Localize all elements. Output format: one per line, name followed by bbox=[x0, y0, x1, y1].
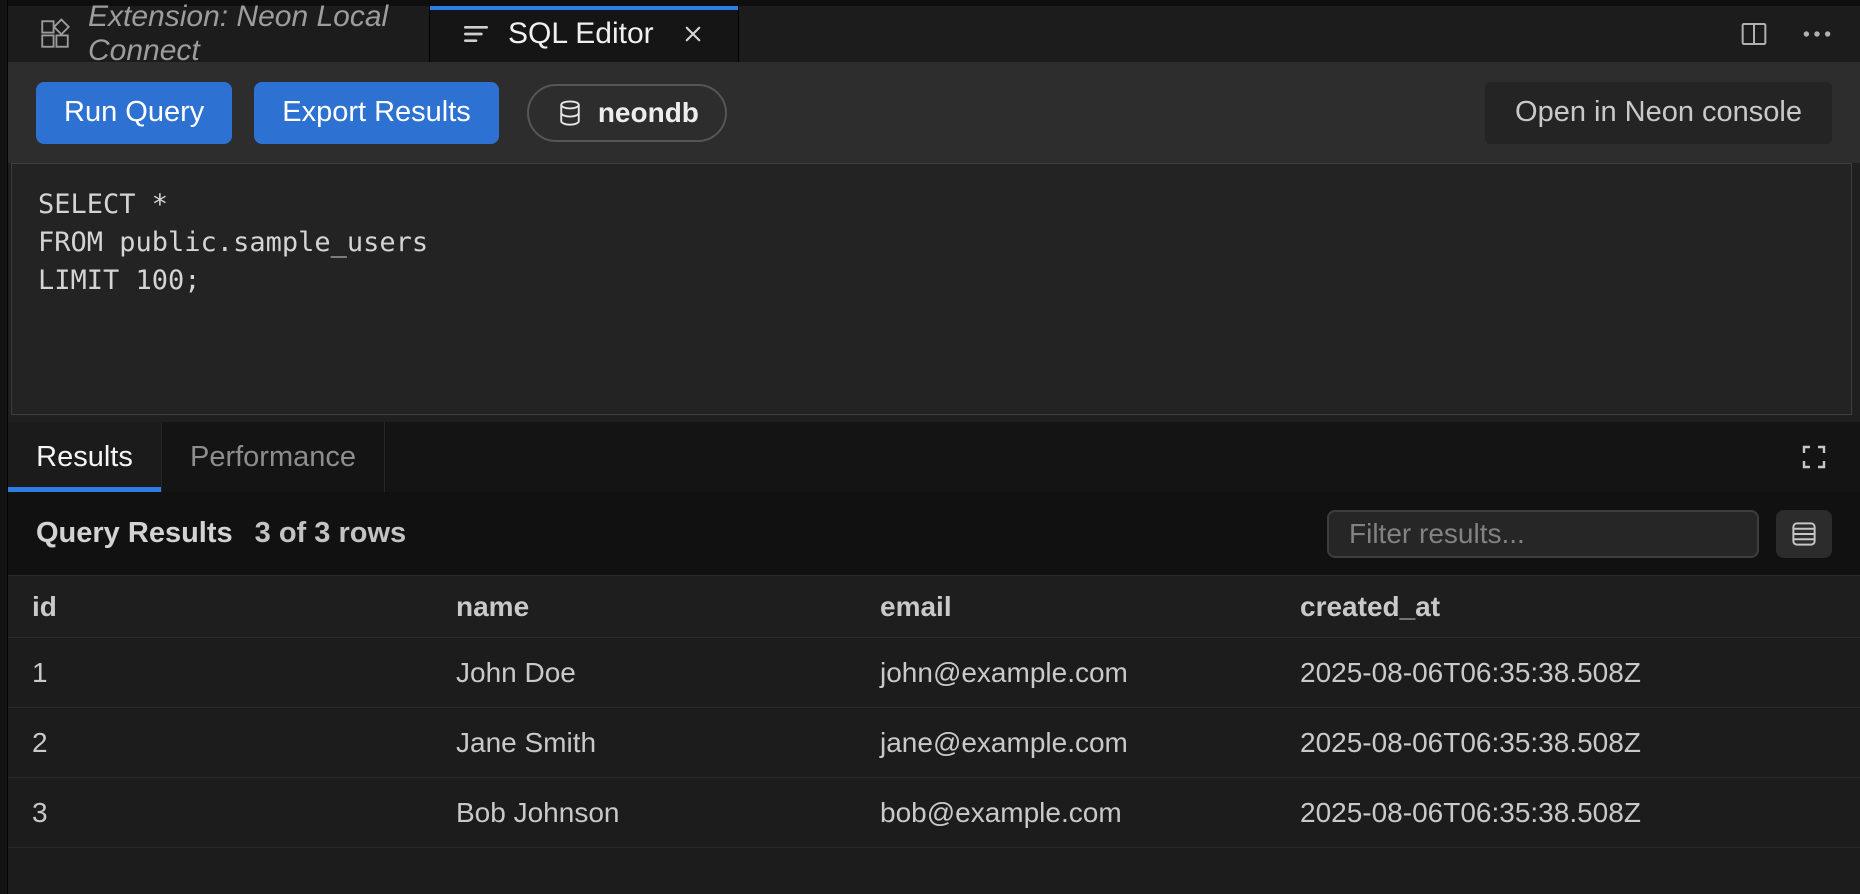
results-tab-bar: Results Performance bbox=[8, 422, 1860, 492]
cell-name: Bob Johnson bbox=[432, 797, 856, 829]
cell-created-at: 2025-08-06T06:35:38.508Z bbox=[1276, 727, 1860, 759]
sql-editor-window: Extension: Neon Local Connect SQL Editor bbox=[0, 0, 1860, 894]
tab-performance[interactable]: Performance bbox=[162, 422, 385, 492]
expand-icon[interactable] bbox=[1798, 441, 1830, 473]
cell-id: 1 bbox=[8, 657, 432, 689]
column-header-id: id bbox=[8, 591, 432, 623]
tab-bar-actions bbox=[739, 6, 1860, 62]
cell-id: 2 bbox=[8, 727, 432, 759]
editor-tab-bar: Extension: Neon Local Connect SQL Editor bbox=[8, 0, 1860, 62]
column-header-email: email bbox=[856, 591, 1276, 623]
cell-name: John Doe bbox=[432, 657, 856, 689]
open-in-neon-console-button[interactable]: Open in Neon console bbox=[1485, 82, 1832, 144]
sql-code-editor[interactable]: SELECT * FROM public.sample_users LIMIT … bbox=[11, 163, 1852, 415]
row-count-badge: 3 of 3 rows bbox=[255, 517, 407, 550]
query-results-header: Query Results 3 of 3 rows bbox=[8, 492, 1860, 575]
database-name: neondb bbox=[598, 97, 699, 129]
tab-sql-editor[interactable]: SQL Editor bbox=[430, 6, 739, 62]
tab-label: SQL Editor bbox=[508, 17, 654, 51]
table-row[interactable]: 3 Bob Johnson bob@example.com 2025-08-06… bbox=[8, 778, 1860, 848]
extensions-icon bbox=[38, 17, 72, 51]
column-header-name: name bbox=[432, 591, 856, 623]
query-results-title: Query Results bbox=[36, 517, 233, 550]
cell-id: 3 bbox=[8, 797, 432, 829]
cell-created-at: 2025-08-06T06:35:38.508Z bbox=[1276, 657, 1860, 689]
filter-results-input[interactable] bbox=[1327, 510, 1759, 558]
ellipsis-icon[interactable] bbox=[1800, 17, 1834, 51]
table-empty-area bbox=[8, 848, 1860, 894]
column-header-created-at: created_at bbox=[1276, 591, 1860, 623]
tab-label: Extension: Neon Local Connect bbox=[88, 0, 399, 68]
results-panel: Results Performance Query Results 3 of 3… bbox=[8, 422, 1860, 894]
database-icon bbox=[555, 98, 585, 128]
query-toolbar: Run Query Export Results neondb Open in … bbox=[8, 62, 1860, 163]
cell-email: john@example.com bbox=[856, 657, 1276, 689]
cell-email: bob@example.com bbox=[856, 797, 1276, 829]
cell-email: jane@example.com bbox=[856, 727, 1276, 759]
code-line: LIMIT 100; bbox=[38, 262, 1831, 300]
table-header-row: id name email created_at bbox=[8, 575, 1860, 638]
table-row[interactable]: 2 Jane Smith jane@example.com 2025-08-06… bbox=[8, 708, 1860, 778]
code-line: SELECT * bbox=[38, 186, 1831, 224]
rows-icon bbox=[1787, 517, 1821, 551]
code-line: FROM public.sample_users bbox=[38, 224, 1831, 262]
list-icon bbox=[460, 18, 492, 50]
view-mode-button[interactable] bbox=[1776, 510, 1832, 558]
export-results-button[interactable]: Export Results bbox=[254, 82, 499, 144]
database-selector[interactable]: neondb bbox=[527, 84, 727, 142]
split-editor-icon[interactable] bbox=[1738, 18, 1770, 50]
tab-results[interactable]: Results bbox=[8, 422, 162, 492]
editor-group-left-edge bbox=[0, 0, 8, 894]
table-row[interactable]: 1 John Doe john@example.com 2025-08-06T0… bbox=[8, 638, 1860, 708]
tab-extension-neon-local-connect[interactable]: Extension: Neon Local Connect bbox=[8, 6, 430, 62]
run-query-button[interactable]: Run Query bbox=[36, 82, 232, 144]
close-icon[interactable] bbox=[678, 19, 708, 49]
cell-created-at: 2025-08-06T06:35:38.508Z bbox=[1276, 797, 1860, 829]
cell-name: Jane Smith bbox=[432, 727, 856, 759]
